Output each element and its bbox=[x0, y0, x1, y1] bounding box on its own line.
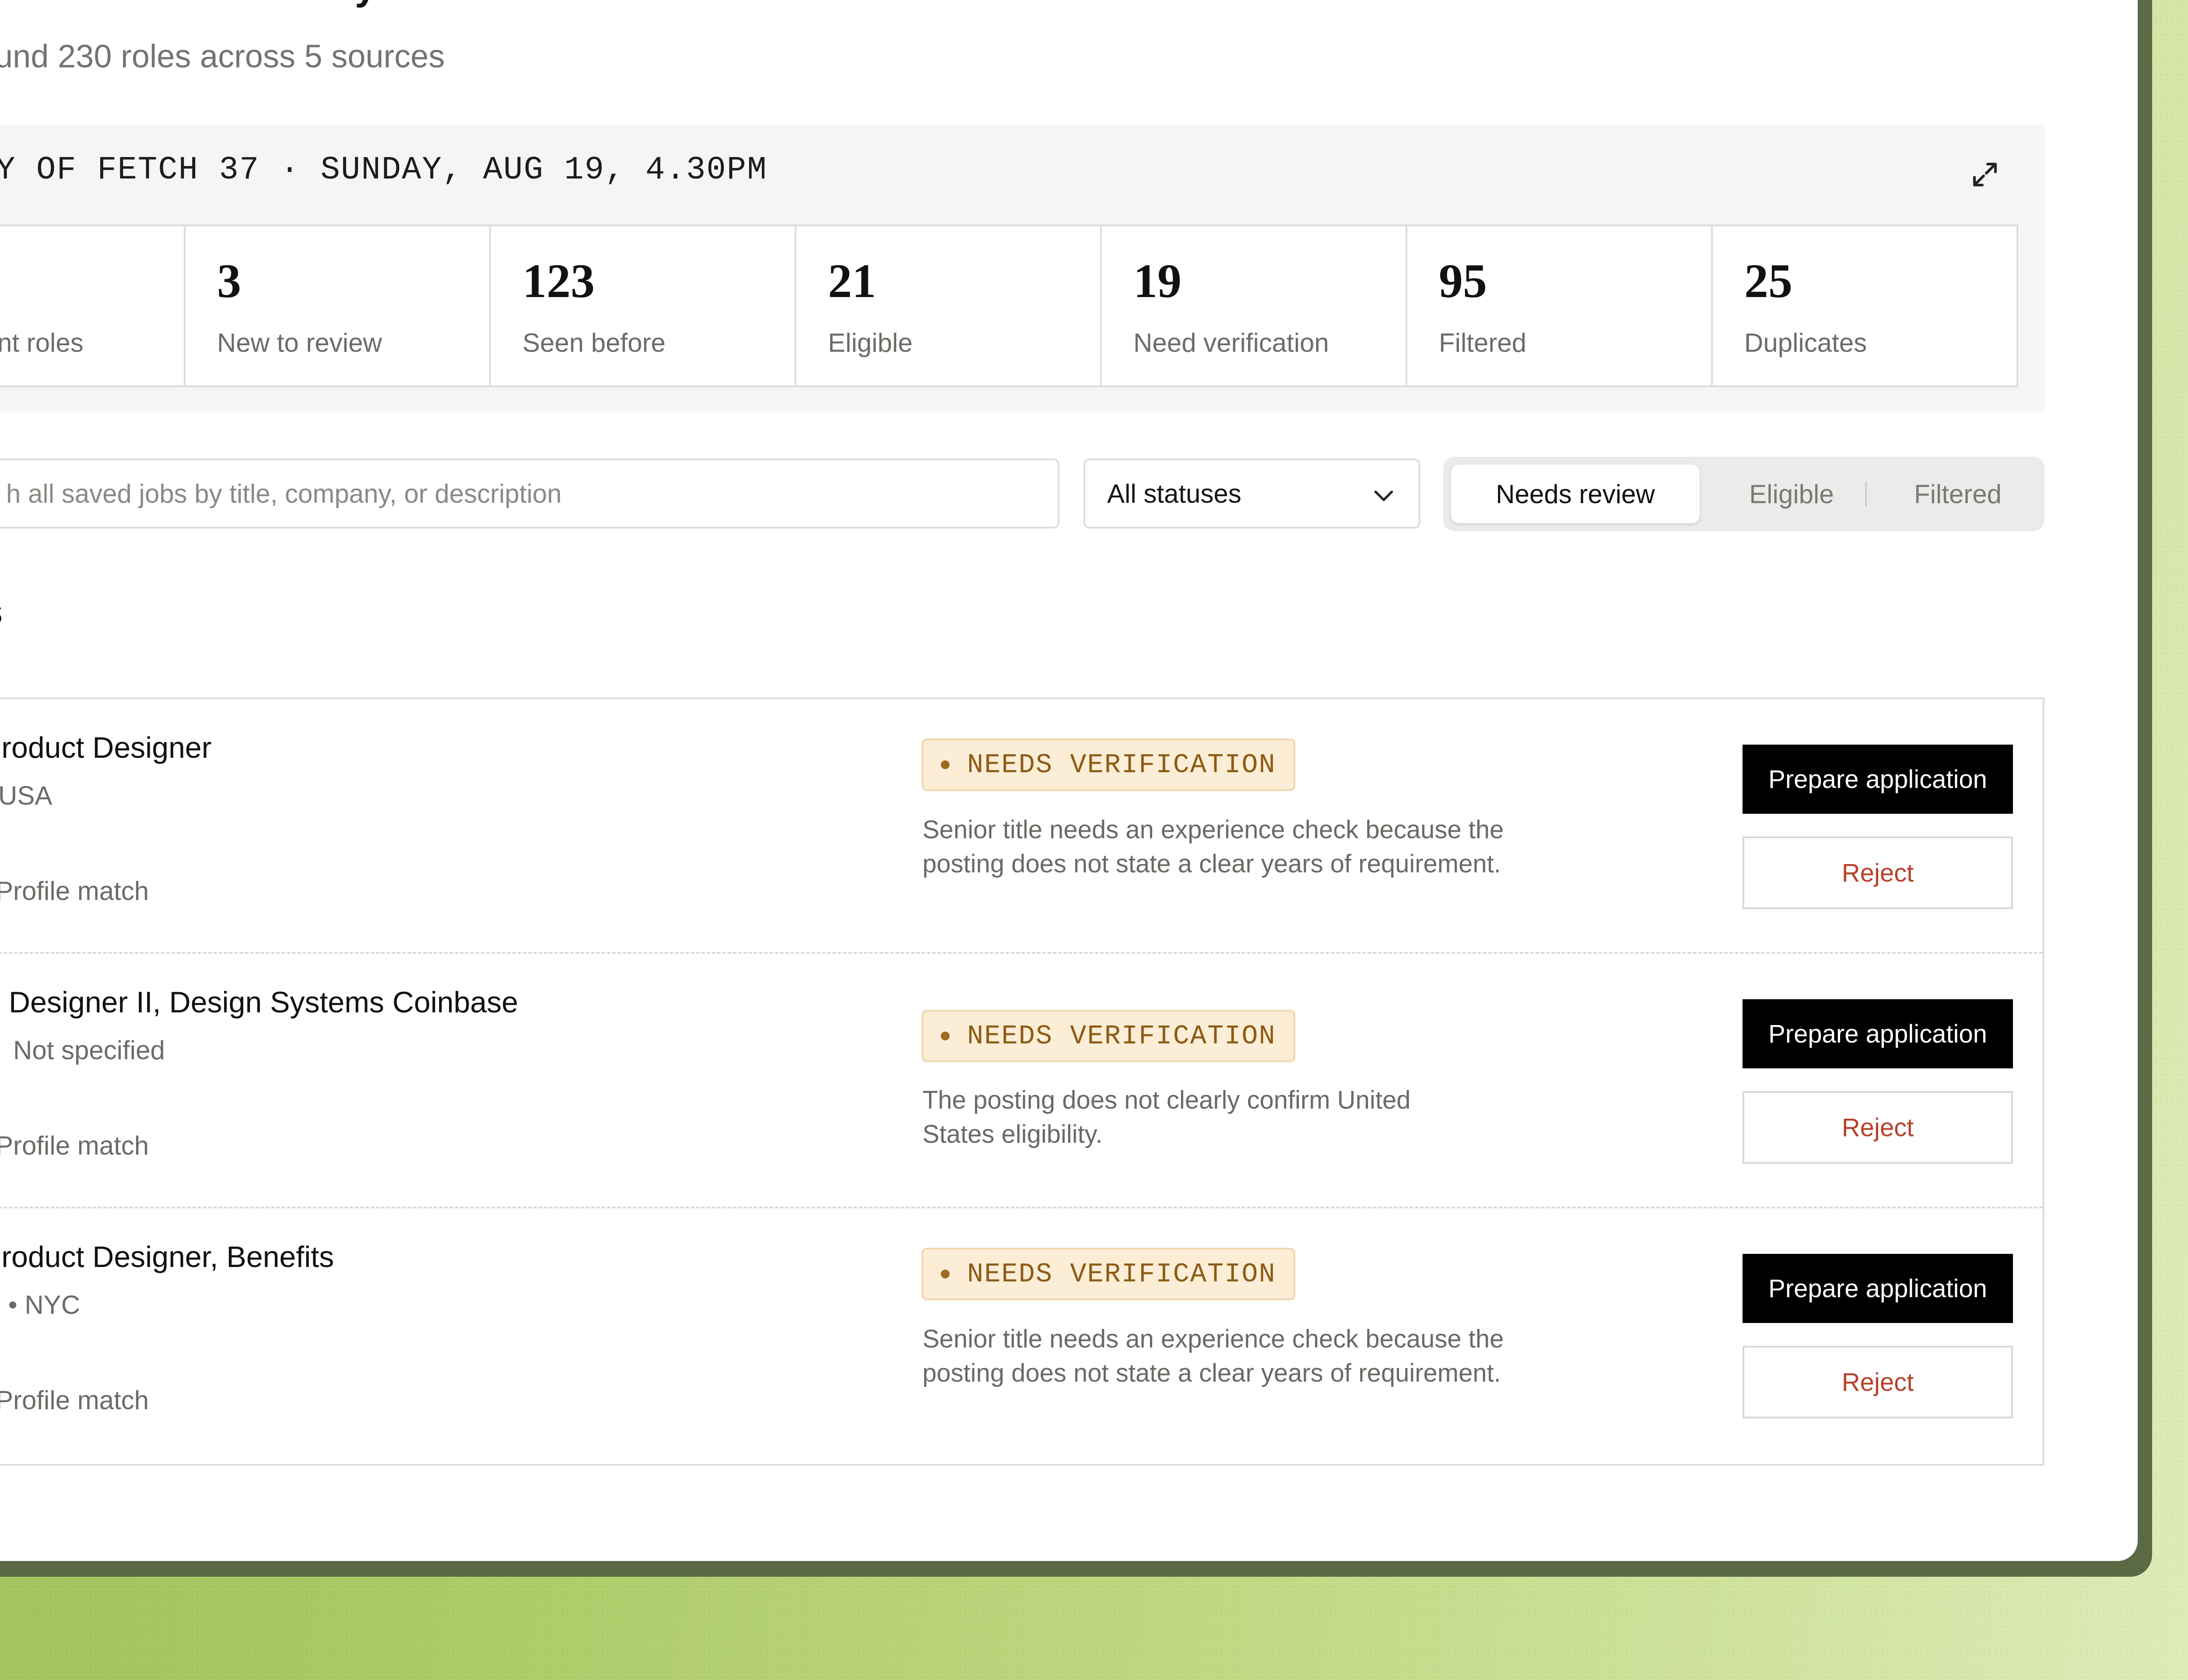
job-title[interactable]: Designer II, Design Systems Coinbase bbox=[9, 985, 518, 1019]
status-badge: NEEDS VERIFICATION bbox=[922, 1010, 1295, 1062]
chevron-down-icon bbox=[1374, 490, 1393, 501]
status-select-value: All statuses bbox=[1107, 479, 1241, 508]
stat-value: 3 bbox=[217, 254, 241, 308]
stat-eligible: 21 Eligible bbox=[795, 226, 1100, 385]
job-match: Profile match bbox=[0, 1386, 149, 1415]
stat-label: Duplicates bbox=[1744, 328, 1867, 357]
status-dot-icon bbox=[941, 1032, 950, 1040]
stat-value: 25 bbox=[1744, 254, 1792, 308]
stat-value: 19 bbox=[1133, 254, 1182, 308]
stats-row: nt roles 3 New to review 123 Seen before… bbox=[0, 224, 2018, 387]
tab-needs-review[interactable]: Needs review bbox=[1451, 465, 1700, 523]
list-item: Product Designer USA Profile match NEEDS… bbox=[0, 699, 2043, 954]
prepare-application-button[interactable]: Prepare application bbox=[1743, 1254, 2013, 1323]
status-badge-label: NEEDS VERIFICATION bbox=[967, 1258, 1276, 1290]
stat-label: Need verification bbox=[1133, 328, 1329, 357]
stat-new-to-review: 3 New to review bbox=[184, 226, 489, 385]
job-meta: USA bbox=[0, 781, 53, 810]
stat-value: 95 bbox=[1439, 254, 1487, 308]
status-select[interactable]: All statuses bbox=[1083, 458, 1420, 528]
status-badge-label: NEEDS VERIFICATION bbox=[967, 749, 1276, 780]
stat-label: nt roles bbox=[0, 328, 84, 357]
stat-current-roles: nt roles bbox=[0, 226, 184, 385]
stat-filtered: 95 Filtered bbox=[1406, 226, 1711, 385]
stat-seen-before: 123 Seen before bbox=[489, 226, 795, 385]
tab-eligible[interactable]: Eligible bbox=[1717, 465, 1866, 523]
job-meta: Not specified bbox=[13, 1036, 165, 1065]
reject-button[interactable]: Reject bbox=[1743, 1346, 2013, 1418]
search-input[interactable]: h all saved jobs by title, company, or d… bbox=[0, 458, 1059, 528]
job-title[interactable]: Product Designer bbox=[0, 731, 211, 765]
job-meta: s • NYC bbox=[0, 1290, 81, 1320]
job-list: Product Designer USA Profile match NEEDS… bbox=[0, 697, 2044, 1466]
reject-button[interactable]: Reject bbox=[1743, 836, 2013, 909]
prepare-application-button[interactable]: Prepare application bbox=[1743, 999, 2013, 1068]
search-placeholder: h all saved jobs by title, company, or d… bbox=[6, 479, 562, 508]
stat-value: 21 bbox=[828, 254, 876, 308]
status-badge: NEEDS VERIFICATION bbox=[922, 1248, 1295, 1300]
stat-duplicates: 25 Duplicates bbox=[1711, 226, 2016, 385]
job-title[interactable]: Product Designer, Benefits bbox=[0, 1240, 334, 1274]
job-match: Profile match bbox=[0, 1131, 149, 1160]
list-item: Product Designer, Benefits s • NYC Profi… bbox=[0, 1208, 2043, 1463]
job-match: Profile match bbox=[0, 876, 149, 906]
status-badge: NEEDS VERIFICATION bbox=[922, 738, 1295, 791]
expand-button[interactable] bbox=[1965, 154, 2005, 195]
stat-need-verification: 19 Need verification bbox=[1100, 226, 1406, 385]
fetch-summary-panel: Y OF FETCH 37 · SUNDAY, AUG 19, 4.30PM n… bbox=[0, 125, 2044, 413]
stat-value: 123 bbox=[522, 254, 595, 308]
stat-label: New to review bbox=[217, 328, 382, 357]
tab-divider bbox=[1865, 481, 1867, 507]
section-label: s bbox=[0, 592, 3, 632]
job-reason: Senior title needs an experience check b… bbox=[922, 1325, 1504, 1387]
expand-icon bbox=[1973, 163, 1997, 186]
prepare-application-button[interactable]: Prepare application bbox=[1743, 745, 2013, 814]
job-reason: Senior title needs an experience check b… bbox=[922, 816, 1504, 878]
tab-filtered[interactable]: Filtered bbox=[1883, 465, 2032, 523]
status-badge-label: NEEDS VERIFICATION bbox=[967, 1020, 1276, 1052]
app-window: found 3 roles worth your time und 230 ro… bbox=[0, 0, 2138, 1561]
page-title: found 3 roles worth your time bbox=[0, 0, 528, 9]
page-subtitle: und 230 roles across 5 sources bbox=[0, 38, 445, 74]
stat-label: Seen before bbox=[522, 328, 666, 357]
fetch-summary-title: Y OF FETCH 37 · SUNDAY, AUG 19, 4.30PM bbox=[0, 152, 768, 189]
stat-label: Filtered bbox=[1439, 328, 1527, 357]
review-filter-tabs: Needs review Eligible Filtered bbox=[1443, 457, 2044, 531]
status-dot-icon bbox=[941, 1270, 950, 1278]
status-dot-icon bbox=[941, 760, 950, 769]
job-reason: The posting does not clearly confirm Uni… bbox=[922, 1086, 1411, 1148]
stat-label: Eligible bbox=[828, 328, 913, 357]
reject-button[interactable]: Reject bbox=[1743, 1091, 2013, 1164]
list-item: Designer II, Design Systems Coinbase Not… bbox=[0, 954, 2043, 1208]
